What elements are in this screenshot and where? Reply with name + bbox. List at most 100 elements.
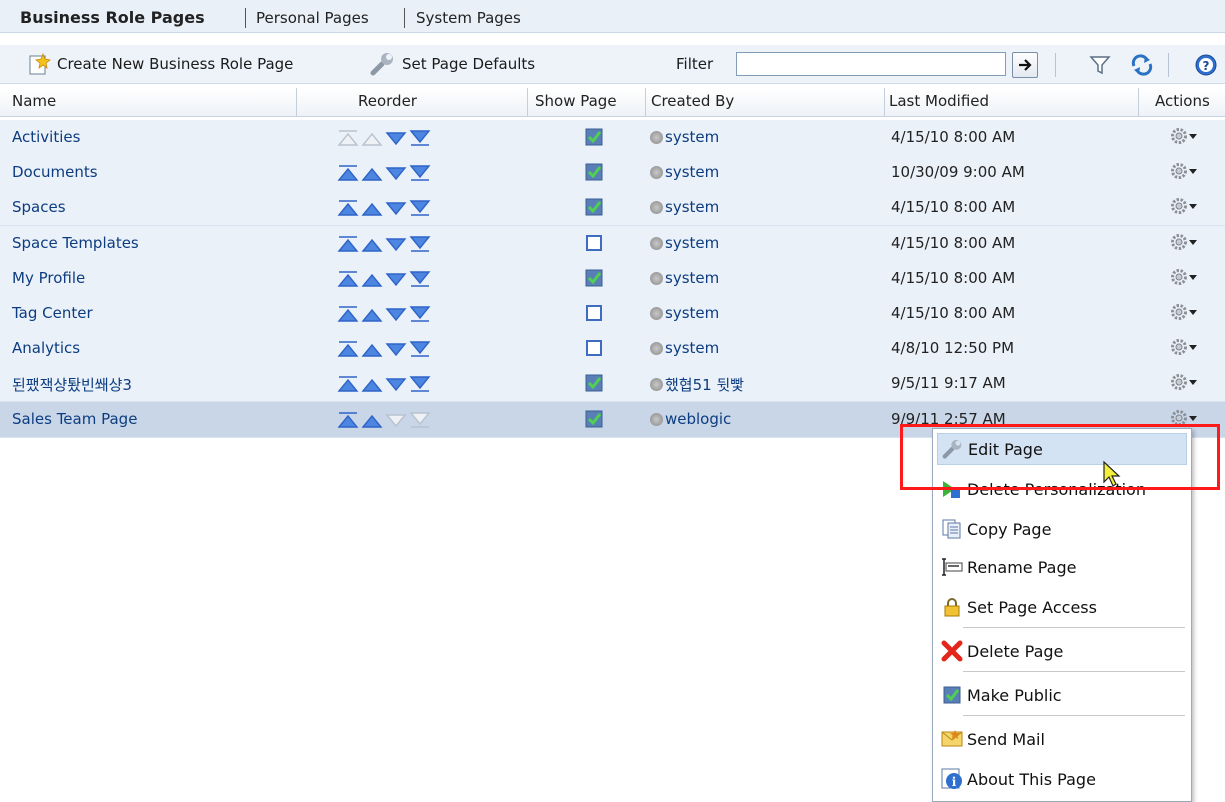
menu-item-send-mail[interactable]: Send Mail <box>937 723 1187 755</box>
move-bottom-icon[interactable] <box>409 305 431 323</box>
column-header-reorder[interactable]: Reorder <box>358 92 417 110</box>
column-header-name[interactable]: Name <box>12 92 56 110</box>
menu-item-make-public[interactable]: Make Public <box>937 679 1187 711</box>
checked-checkbox-icon[interactable] <box>585 128 603 146</box>
column-divider[interactable] <box>1138 88 1139 116</box>
created-by[interactable]: weblogic <box>650 410 731 428</box>
unchecked-checkbox-icon[interactable] <box>585 304 603 322</box>
move-down-icon[interactable] <box>385 270 407 288</box>
table-row[interactable]: Space Templates system 4/15/10 8:00 AM <box>0 226 1225 262</box>
move-top-icon[interactable] <box>337 305 359 323</box>
move-bottom-icon[interactable] <box>409 235 431 253</box>
move-up-icon[interactable] <box>361 411 383 429</box>
created-by[interactable]: system <box>650 163 719 181</box>
column-header-last-modified[interactable]: Last Modified <box>889 92 989 110</box>
column-divider[interactable] <box>884 88 885 116</box>
page-name-link[interactable]: Analytics <box>12 339 80 357</box>
unchecked-checkbox-icon[interactable] <box>585 339 603 357</box>
move-down-icon[interactable] <box>385 164 407 182</box>
unchecked-checkbox-icon[interactable] <box>585 234 603 252</box>
move-up-icon[interactable] <box>361 199 383 217</box>
move-down-icon[interactable] <box>385 129 407 147</box>
menu-item-set-page-access[interactable]: Set Page Access <box>937 591 1187 623</box>
move-bottom-icon[interactable] <box>409 270 431 288</box>
tab-personal-pages[interactable]: Personal Pages <box>256 7 369 29</box>
move-bottom-icon[interactable] <box>409 375 431 393</box>
table-row[interactable]: Tag Center system 4/15/10 8:00 AM <box>0 296 1225 332</box>
move-bottom-icon[interactable] <box>409 164 431 182</box>
move-bottom-icon[interactable] <box>409 129 431 147</box>
checked-checkbox-icon[interactable] <box>585 163 603 181</box>
move-down-icon[interactable] <box>385 235 407 253</box>
checked-checkbox-icon[interactable] <box>585 410 603 428</box>
move-top-icon[interactable] <box>337 199 359 217</box>
page-name-link[interactable]: Spaces <box>12 198 66 216</box>
actions-menu-button[interactable] <box>1170 232 1200 252</box>
menu-item-copy-page[interactable]: Copy Page <box>937 513 1187 545</box>
actions-menu-button[interactable] <box>1170 337 1200 357</box>
move-top-icon[interactable] <box>337 235 359 253</box>
page-name-link[interactable]: Activities <box>12 128 80 146</box>
checked-checkbox-icon[interactable] <box>585 374 603 392</box>
move-top-icon[interactable] <box>337 411 359 429</box>
move-down-icon[interactable] <box>385 340 407 358</box>
query-by-example-button[interactable] <box>1087 52 1113 78</box>
filter-input[interactable] <box>736 52 1006 76</box>
page-name-link[interactable]: Tag Center <box>12 304 93 322</box>
checked-checkbox-icon[interactable] <box>585 198 603 216</box>
move-down-icon[interactable] <box>385 375 407 393</box>
table-row[interactable]: My Profile system 4/15/10 8:00 AM <box>0 261 1225 297</box>
move-bottom-icon[interactable] <box>409 199 431 217</box>
actions-menu-button[interactable] <box>1170 302 1200 322</box>
tab-system-pages[interactable]: System Pages <box>416 7 521 29</box>
created-by[interactable]: system <box>650 304 719 322</box>
actions-menu-button[interactable] <box>1170 161 1200 181</box>
created-by[interactable]: 했협51 뒷빷 <box>650 374 744 395</box>
created-by[interactable]: system <box>650 339 719 357</box>
menu-item-about-this-page[interactable]: i About This Page <box>937 763 1187 795</box>
create-page-button[interactable]: Create New Business Role Page <box>27 51 293 77</box>
filter-go-button[interactable] <box>1012 52 1038 78</box>
table-row[interactable]: Spaces system 4/15/10 8:00 AM <box>0 190 1225 226</box>
help-button[interactable]: ? <box>1193 52 1219 78</box>
refresh-button[interactable] <box>1129 52 1155 78</box>
move-top-icon[interactable] <box>337 340 359 358</box>
table-row[interactable]: Analytics system 4/8/10 12:50 PM <box>0 331 1225 367</box>
created-by[interactable]: system <box>650 269 719 287</box>
column-header-created-by[interactable]: Created By <box>651 92 734 110</box>
created-by[interactable]: system <box>650 198 719 216</box>
actions-menu-button[interactable] <box>1170 372 1200 392</box>
actions-menu-button[interactable] <box>1170 196 1200 216</box>
column-divider[interactable] <box>296 88 297 116</box>
column-divider[interactable] <box>645 88 646 116</box>
page-name-link[interactable]: Sales Team Page <box>12 410 137 428</box>
table-row[interactable]: Documents system 10/30/09 9:00 AM <box>0 155 1225 191</box>
move-up-icon[interactable] <box>361 375 383 393</box>
menu-item-rename-page[interactable]: Rename Page <box>937 551 1187 583</box>
page-name-link[interactable]: 된팼잭샹퇐빈쐐샹3 <box>12 374 132 395</box>
tab-business-role-pages[interactable]: Business Role Pages <box>20 7 205 29</box>
column-divider[interactable] <box>527 88 528 116</box>
page-name-link[interactable]: Space Templates <box>12 234 139 252</box>
table-row[interactable]: Activities system 4/15/10 8:00 AM <box>0 120 1225 156</box>
created-by[interactable]: system <box>650 234 719 252</box>
move-down-icon[interactable] <box>385 199 407 217</box>
page-name-link[interactable]: My Profile <box>12 269 85 287</box>
move-down-icon[interactable] <box>385 305 407 323</box>
created-by[interactable]: system <box>650 128 719 146</box>
move-bottom-icon[interactable] <box>409 340 431 358</box>
move-up-icon[interactable] <box>361 164 383 182</box>
set-page-defaults-button[interactable]: Set Page Defaults <box>370 51 535 77</box>
page-name-link[interactable]: Documents <box>12 163 98 181</box>
menu-item-delete-page[interactable]: Delete Page <box>937 635 1187 667</box>
move-top-icon[interactable] <box>337 270 359 288</box>
checked-checkbox-icon[interactable] <box>585 269 603 287</box>
move-top-icon[interactable] <box>337 375 359 393</box>
move-up-icon[interactable] <box>361 235 383 253</box>
move-up-icon[interactable] <box>361 270 383 288</box>
table-row[interactable]: 된팼잭샹퇐빈쐐샹3 했협51 뒷빷 9/5/11 9:17 AM <box>0 366 1225 402</box>
move-top-icon[interactable] <box>337 164 359 182</box>
move-up-icon[interactable] <box>361 305 383 323</box>
actions-menu-button[interactable] <box>1170 267 1200 287</box>
column-header-show-page[interactable]: Show Page <box>535 92 617 110</box>
